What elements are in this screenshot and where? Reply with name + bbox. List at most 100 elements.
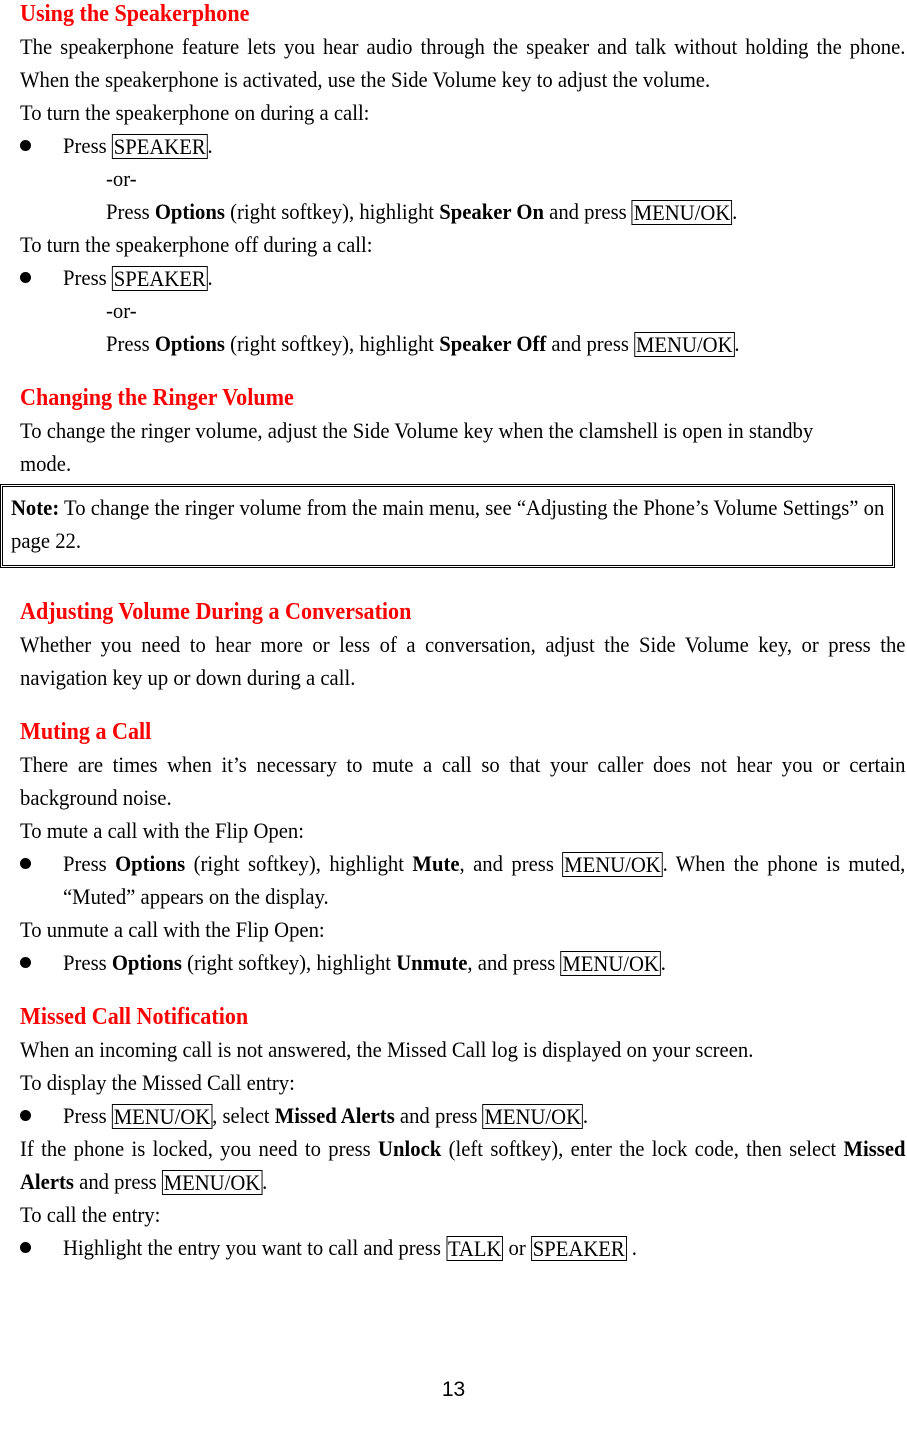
or-separator: -or- (106, 166, 137, 191)
period: . (732, 199, 738, 224)
paragraph-missed-call-intro: When an incoming call is not answered, t… (20, 1037, 754, 1062)
paragraph-speakerphone-intro: The speakerphone feature lets you hear a… (20, 34, 906, 92)
bullet-dot-icon (20, 1242, 31, 1253)
select-label: , select (212, 1103, 270, 1128)
and-press-label: and press (551, 331, 629, 356)
bullet-content: Press Options (right softkey), highlight… (63, 946, 905, 979)
softkey-note: (right softkey), highlight (230, 331, 435, 356)
key-menu-ok[interactable]: MENU/OK (482, 1104, 583, 1129)
list-item: Press Options (right softkey), highlight… (20, 946, 906, 979)
menu-target-speaker-on[interactable]: Speaker On (439, 199, 544, 224)
note-label: Note: (11, 495, 60, 520)
press-label: Press (63, 950, 107, 975)
locked-text-part1: If the phone is locked, you need to pres… (20, 1136, 371, 1161)
heading-using-the-speakerphone: Using the Speakerphone (20, 1, 250, 27)
key-speaker[interactable]: SPEAKER (111, 134, 208, 159)
paragraph-adjusting-volume-body: Whether you need to hear more or less of… (20, 632, 906, 690)
bullet-content: Press SPEAKER. (63, 261, 905, 294)
bullet-list-display-missed-call: Press MENU/OK, select Missed Alerts and … (20, 1099, 906, 1132)
press-label: Press (63, 1103, 107, 1128)
bullet-content: Press SPEAKER. (63, 129, 905, 162)
period: . (207, 265, 213, 290)
press-label: Press (106, 331, 150, 356)
paragraph-speakerphone-lead-on: To turn the speakerphone on during a cal… (20, 100, 370, 125)
locked-text-part2: (left softkey), enter the lock code, the… (448, 1136, 837, 1161)
press-label: Press (63, 265, 107, 290)
and-press-label: and press (549, 199, 627, 224)
heading-changing-the-ringer-volume: Changing the Ringer Volume (20, 385, 294, 411)
softkey-note: (right softkey), highlight (193, 851, 405, 876)
and-press-label: , and press (467, 950, 556, 975)
press-label: Press (63, 133, 107, 158)
key-talk[interactable]: TALK (446, 1236, 504, 1261)
bullet-dot-icon (20, 858, 31, 869)
press-label: Press (63, 851, 107, 876)
period: . (734, 331, 740, 356)
paragraph-muting-lead-mute: To mute a call with the Flip Open: (20, 818, 304, 843)
key-menu-ok[interactable]: MENU/OK (111, 1104, 213, 1129)
list-item: Highlight the entry you want to call and… (20, 1231, 906, 1264)
highlight-instruction: Highlight the entry you want to call and… (63, 1235, 441, 1260)
period: . (262, 1169, 268, 1194)
softkey-note: (right softkey), highlight (230, 199, 435, 224)
menu-target-unmute[interactable]: Unmute (396, 950, 467, 975)
paragraph-speakerphone-lead-off: To turn the speakerphone off during a ca… (20, 232, 373, 257)
paragraph-missed-call-lead-display: To display the Missed Call entry: (20, 1070, 295, 1095)
key-speaker[interactable]: SPEAKER (111, 266, 208, 291)
options-softkey-label[interactable]: Options (112, 950, 182, 975)
bullet-content: Press Options (right softkey), highlight… (63, 847, 905, 913)
period: . (660, 950, 666, 975)
bullet-content: Press MENU/OK, select Missed Alerts and … (63, 1099, 905, 1132)
list-item: Press MENU/OK, select Missed Alerts and … (20, 1099, 906, 1132)
options-softkey-label[interactable]: Options (155, 199, 225, 224)
alternate-steps-speaker-on: Press Options (right softkey), highlight… (106, 195, 907, 228)
softkey-note: (right softkey), highlight (187, 950, 392, 975)
options-softkey-label[interactable]: Options (115, 851, 185, 876)
options-softkey-label[interactable]: Options (155, 331, 225, 356)
manual-page: Using the Speakerphone The speakerphone … (0, 0, 907, 1430)
bullet-list-unmute: Press Options (right softkey), highlight… (20, 946, 906, 979)
or-separator: -or- (106, 298, 137, 323)
and-press-label: and press (79, 1169, 157, 1194)
bullet-dot-icon (20, 272, 31, 283)
and-press-label: , and press (459, 851, 554, 876)
bullet-list-speakerphone-on: Press SPEAKER. -or- Press Options (right… (20, 129, 906, 228)
note-callout-text: Note: To change the ringer volume from t… (11, 491, 885, 557)
key-menu-ok[interactable]: MENU/OK (634, 332, 735, 357)
heading-adjusting-volume-during-a-conversation: Adjusting Volume During a Conversation (20, 599, 412, 625)
paragraph-ringer-volume-body: To change the ringer volume, adjust the … (20, 418, 814, 476)
key-speaker[interactable]: SPEAKER (530, 1236, 627, 1261)
period: . (631, 1235, 637, 1260)
bullet-dot-icon (20, 1110, 31, 1121)
and-press-label: and press (399, 1103, 478, 1128)
page-content: Using the Speakerphone The speakerphone … (20, 0, 906, 1264)
alternate-steps-speaker-off: Press Options (right softkey), highlight… (106, 327, 907, 360)
bullet-list-speakerphone-off: Press SPEAKER. -or- Press Options (right… (20, 261, 906, 360)
bullet-list-call-entry: Highlight the entry you want to call and… (20, 1231, 906, 1264)
key-menu-ok[interactable]: MENU/OK (562, 852, 663, 877)
page-number: 13 (441, 1378, 466, 1401)
list-item: Press Options (right softkey), highlight… (20, 847, 906, 913)
menu-target-missed-alerts[interactable]: Missed Alerts (275, 1103, 395, 1128)
press-label: Press (106, 199, 150, 224)
menu-target-mute[interactable]: Mute (412, 851, 459, 876)
note-body: To change the ringer volume from the mai… (11, 495, 885, 553)
note-callout-box: Note: To change the ringer volume from t… (0, 484, 895, 568)
key-menu-ok[interactable]: MENU/OK (631, 200, 733, 225)
bullet-list-mute: Press Options (right softkey), highlight… (20, 847, 906, 913)
period: . (207, 133, 213, 158)
unlock-softkey-label[interactable]: Unlock (378, 1136, 441, 1161)
key-menu-ok[interactable]: MENU/OK (560, 951, 661, 976)
heading-missed-call-notification: Missed Call Notification (20, 1004, 249, 1030)
list-item: Press SPEAKER. -or- Press Options (right… (20, 261, 906, 360)
key-menu-ok[interactable]: MENU/OK (161, 1170, 263, 1195)
or-label: or (508, 1235, 526, 1260)
bullet-dot-icon (20, 957, 31, 968)
heading-muting-a-call: Muting a Call (20, 719, 152, 745)
list-item: Press SPEAKER. -or- Press Options (right… (20, 129, 906, 228)
menu-target-speaker-off[interactable]: Speaker Off (439, 331, 546, 356)
